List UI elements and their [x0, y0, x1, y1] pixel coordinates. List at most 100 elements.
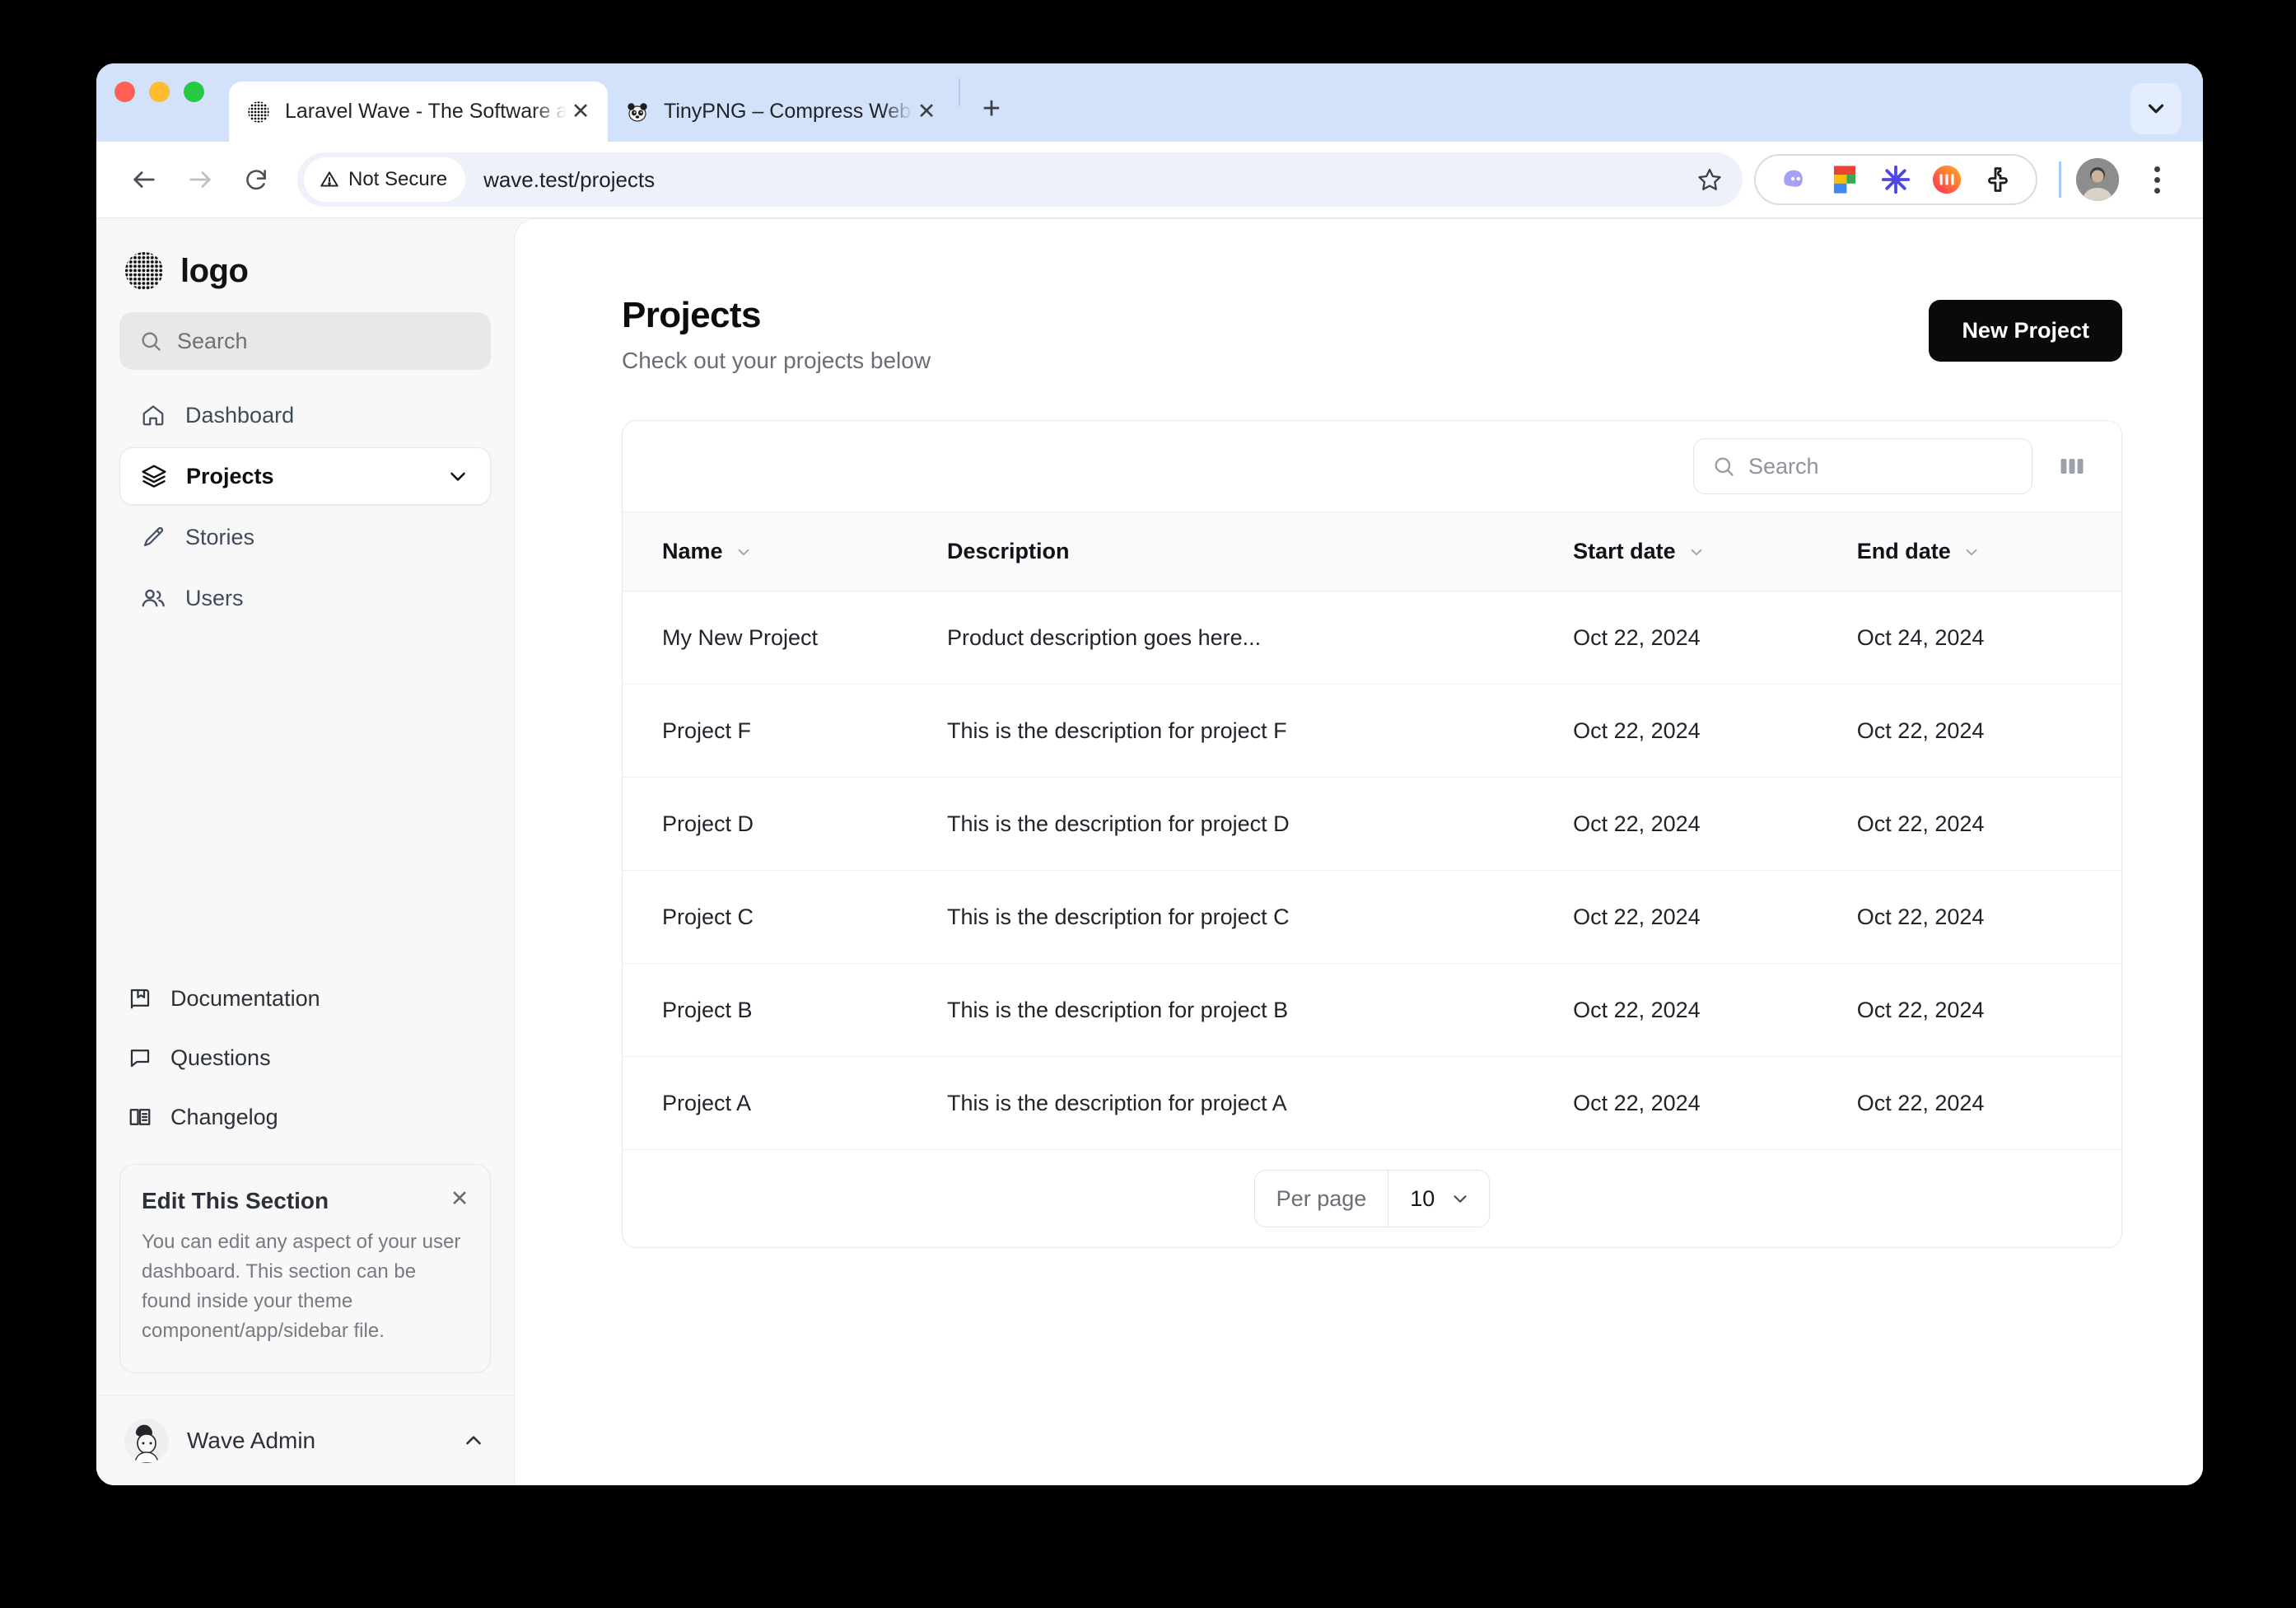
forward-button[interactable]: [172, 152, 228, 208]
edit-card-body: You can edit any aspect of your user das…: [142, 1231, 461, 1342]
per-page-select[interactable]: 10: [1388, 1171, 1489, 1227]
tab-divider: [959, 77, 960, 106]
chevron-down-icon: [1449, 1188, 1471, 1209]
back-button[interactable]: [116, 152, 172, 208]
edit-card-title: Edit This Section: [142, 1188, 329, 1213]
gradient-m-icon[interactable]: [1930, 163, 1963, 196]
table-header-row: Name Description Start date End date: [623, 512, 2121, 591]
table-row[interactable]: Project B This is the description for pr…: [623, 963, 2121, 1057]
sidebar-item-projects[interactable]: Projects: [119, 447, 491, 505]
table-search-input[interactable]: Search: [1693, 438, 2032, 494]
cell-start-date: Oct 22, 2024: [1573, 963, 1857, 1057]
table-head: Name Description Start date End date: [623, 512, 2121, 591]
sidebar-item-stories[interactable]: Stories: [119, 508, 491, 566]
table-row[interactable]: My New Project Product description goes …: [623, 591, 2121, 685]
cell-description: This is the description for project C: [946, 870, 1574, 964]
minimize-window-button[interactable]: [149, 82, 170, 102]
table-row[interactable]: Project A This is the description for pr…: [623, 1056, 2121, 1150]
cell-name: Project B: [623, 963, 947, 1057]
reload-button[interactable]: [228, 152, 284, 208]
sidebar-user-row[interactable]: Wave Admin: [96, 1395, 514, 1485]
sidebar-item-documentation[interactable]: Documentation: [119, 973, 491, 1024]
tab-search-chevron-down-icon[interactable]: [2130, 83, 2182, 134]
browser-tab-inactive[interactable]: TinyPNG – Compress WebP, P ✕: [608, 82, 954, 142]
sidebar-search-placeholder: Search: [177, 328, 248, 353]
chevron-down-icon[interactable]: [446, 464, 470, 488]
table-row[interactable]: Project F This is the description for pr…: [623, 684, 2121, 778]
bookmark-star-icon[interactable]: [1685, 155, 1734, 204]
column-header-name[interactable]: Name: [623, 512, 947, 591]
table-body: My New Project Product description goes …: [623, 591, 2121, 1150]
warning-triangle-icon: [320, 171, 338, 187]
close-tab-button[interactable]: ✕: [912, 98, 940, 126]
url-text: wave.test/projects: [483, 166, 656, 192]
edit-this-section-card: ✕ Edit This Section You can edit any asp…: [119, 1164, 491, 1373]
figma-icon[interactable]: [1828, 163, 1861, 196]
close-icon[interactable]: ✕: [447, 1186, 472, 1211]
table-row[interactable]: Project C This is the description for pr…: [623, 870, 2121, 964]
sidebar-search-input[interactable]: Search: [119, 312, 491, 370]
cell-start-date: Oct 22, 2024: [1573, 777, 1857, 871]
window-traffic-lights: [114, 63, 229, 142]
cell-start-date: Oct 22, 2024: [1573, 870, 1857, 964]
sidebar-nav: Dashboard Projects Stories Users: [119, 386, 491, 627]
cell-end-date: Oct 22, 2024: [1856, 1056, 2121, 1150]
sort-chevron-down-icon[interactable]: [1962, 543, 1981, 561]
search-icon: [139, 330, 162, 353]
main-content: Projects Check out your projects below N…: [514, 218, 2203, 1485]
chevron-up-icon[interactable]: [461, 1428, 486, 1453]
sidebar-item-users[interactable]: Users: [119, 569, 491, 627]
close-window-button[interactable]: [114, 82, 135, 102]
sidebar-item-dashboard[interactable]: Dashboard: [119, 386, 491, 444]
sidebar-item-label: Documentation: [170, 985, 320, 1011]
brand-name: logo: [180, 252, 249, 289]
page-body: logo Search Dashboard Projects Stories U…: [96, 217, 2203, 1485]
column-header-description[interactable]: Description: [946, 512, 1574, 591]
home-icon: [139, 401, 167, 429]
users-icon: [139, 584, 167, 612]
profile-avatar[interactable]: [2076, 158, 2119, 201]
browser-menu-button[interactable]: [2132, 155, 2182, 204]
not-secure-badge[interactable]: Not Secure: [304, 157, 466, 202]
table-toolbar: Search: [623, 421, 2121, 512]
pencil-icon: [139, 523, 167, 551]
ghost-icon[interactable]: [1777, 163, 1810, 196]
asterisk-icon[interactable]: [1879, 163, 1912, 196]
tab-title: TinyPNG – Compress WebP, P: [664, 100, 912, 123]
per-page-control[interactable]: Per page 10: [1253, 1170, 1491, 1227]
sidebar-item-label: Projects: [186, 463, 274, 488]
sidebar-item-questions[interactable]: Questions: [119, 1032, 491, 1083]
address-bar[interactable]: Not Secure wave.test/projects: [297, 152, 1743, 207]
avatar: [124, 1418, 169, 1463]
new-tab-button[interactable]: +: [968, 86, 1015, 132]
cell-start-date: Oct 22, 2024: [1573, 1056, 1857, 1150]
column-header-end-date[interactable]: End date: [1856, 512, 2121, 591]
new-project-button[interactable]: New Project: [1929, 300, 2122, 362]
table-footer: Per page 10: [623, 1150, 2121, 1247]
columns-toggle-icon[interactable]: [2056, 450, 2088, 483]
cell-description: This is the description for project B: [946, 963, 1574, 1057]
sidebar-bottom-nav: Documentation Questions Changelog: [119, 973, 491, 1151]
browser-tab-active[interactable]: Laravel Wave - The Software a ✕: [229, 82, 608, 142]
sort-chevron-down-icon[interactable]: [1687, 543, 1706, 561]
wave-logo-favicon-icon: [247, 100, 270, 124]
brand[interactable]: logo: [119, 218, 491, 312]
maximize-window-button[interactable]: [184, 82, 204, 102]
page-title: Projects: [622, 295, 761, 335]
cell-description: This is the description for project D: [946, 777, 1574, 871]
tab-title: Laravel Wave - The Software a: [285, 100, 567, 123]
browser-tabstrip: Laravel Wave - The Software a ✕ TinyPNG …: [96, 63, 2203, 142]
cell-name: Project D: [623, 777, 947, 871]
close-tab-button[interactable]: ✕: [567, 98, 595, 126]
projects-table: Name Description Start date End date My …: [623, 512, 2121, 1150]
column-header-start-date[interactable]: Start date: [1573, 512, 1857, 591]
tinypng-panda-favicon-icon: [626, 100, 649, 124]
column-header-label: Name: [662, 539, 723, 563]
puzzle-piece-icon[interactable]: [1981, 163, 2014, 196]
cell-name: Project A: [623, 1056, 947, 1150]
layers-icon: [140, 462, 168, 490]
table-row[interactable]: Project D This is the description for pr…: [623, 777, 2121, 871]
sort-chevron-down-icon[interactable]: [735, 543, 753, 561]
sidebar-item-changelog[interactable]: Changelog: [119, 1091, 491, 1143]
cell-end-date: Oct 22, 2024: [1856, 963, 2121, 1057]
